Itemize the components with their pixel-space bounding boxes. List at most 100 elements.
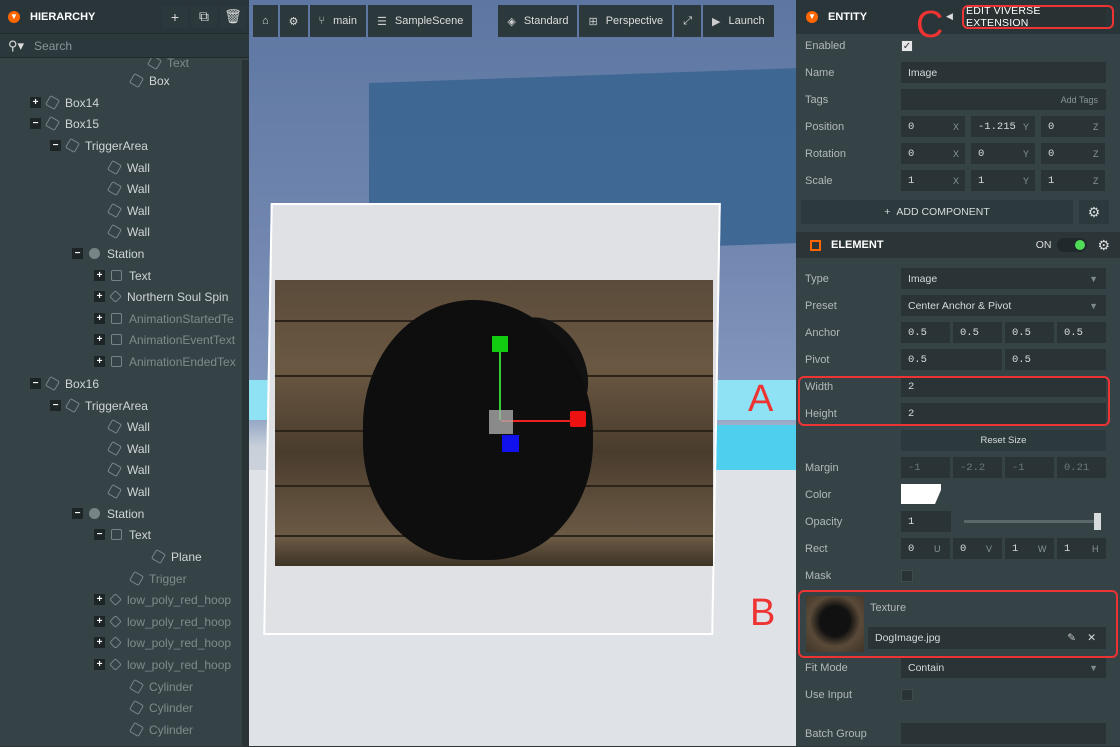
tree-item[interactable]: + Northern Soul Spin: [94, 286, 228, 307]
tree-item[interactable]: + low_poly_red_hoop: [94, 654, 231, 675]
collapse-icon[interactable]: −: [72, 508, 83, 519]
name-input[interactable]: Image: [901, 62, 1106, 83]
margin-0[interactable]: -1: [901, 457, 950, 478]
tree-item[interactable]: − Text: [94, 524, 151, 545]
add-component-button[interactable]: + ADD COMPONENT: [801, 200, 1073, 224]
tree-item[interactable]: Wall: [106, 200, 150, 221]
gizmo-y-axis[interactable]: [499, 345, 501, 420]
tree-item[interactable]: + AnimationEndedTex: [94, 351, 236, 372]
rect-h[interactable]: 1: [1057, 538, 1106, 559]
delete-button[interactable]: 🗑: [220, 5, 246, 28]
tree-item[interactable]: − Box15: [30, 113, 99, 134]
scene-viewport[interactable]: ⌂ ⚙ ⑂ main ☰ SampleScene ◈ Standard ⊞ Perspe…: [249, 0, 796, 746]
tree-item[interactable]: Wall: [106, 178, 150, 199]
anchor-0[interactable]: 0.5: [901, 322, 950, 343]
tags-input[interactable]: Add Tags: [901, 89, 1106, 110]
expand-icon[interactable]: +: [94, 334, 105, 345]
gizmo-y-handle[interactable]: [492, 336, 508, 352]
branch-button[interactable]: ⑂ main: [309, 5, 366, 37]
tree-item[interactable]: − Station: [72, 503, 144, 524]
search-bar[interactable]: ⚲▾ Search: [0, 34, 249, 58]
anchor-3[interactable]: 0.5: [1057, 322, 1106, 343]
tree-item[interactable]: − TriggerArea: [50, 395, 148, 416]
tree-item[interactable]: Box: [128, 70, 170, 91]
camera-button[interactable]: ⊞ Perspective: [579, 5, 673, 37]
tree-item[interactable]: − TriggerArea: [50, 135, 148, 156]
type-select[interactable]: Image ▼: [901, 268, 1106, 289]
opacity-input[interactable]: 1: [901, 511, 951, 532]
expand-icon[interactable]: +: [94, 616, 105, 627]
tree-item[interactable]: + low_poly_red_hoop: [94, 611, 231, 632]
tree-item[interactable]: + low_poly_red_hoop: [94, 589, 231, 610]
collapse-icon[interactable]: ▼: [806, 11, 818, 23]
scrollbar[interactable]: [242, 60, 249, 746]
tree-item[interactable]: − Station: [72, 243, 144, 264]
tree-item[interactable]: Wall: [106, 157, 150, 178]
tree-item[interactable]: + low_poly_red_hoop: [94, 632, 231, 653]
tree-item[interactable]: Wall: [106, 438, 150, 459]
launch-button[interactable]: ▶ Launch: [703, 5, 774, 37]
collapse-icon[interactable]: −: [30, 378, 41, 389]
opacity-slider-handle[interactable]: [1094, 513, 1101, 530]
expand-icon[interactable]: +: [30, 97, 41, 108]
element-toggle[interactable]: [1057, 238, 1088, 252]
anchor-1[interactable]: 0.5: [953, 322, 1002, 343]
batch-group-select[interactable]: [901, 723, 1106, 744]
add-entity-button[interactable]: +: [162, 5, 188, 28]
tree-item[interactable]: + Box14: [30, 92, 99, 113]
reset-size-button[interactable]: Reset Size: [901, 430, 1106, 451]
component-settings-button[interactable]: ⚙: [1079, 200, 1109, 224]
expand-icon[interactable]: +: [94, 356, 105, 367]
collapse-icon[interactable]: ▼: [8, 10, 20, 23]
expand-icon[interactable]: +: [94, 291, 105, 302]
anchor-2[interactable]: 0.5: [1005, 322, 1054, 343]
collapse-icon[interactable]: −: [50, 400, 61, 411]
margin-2[interactable]: -1: [1005, 457, 1054, 478]
expand-icon[interactable]: +: [94, 270, 105, 281]
tree-item[interactable]: Wall: [106, 221, 150, 242]
settings-button[interactable]: ⚙: [279, 5, 308, 37]
enabled-checkbox[interactable]: ✓: [901, 39, 913, 52]
tree-item[interactable]: + AnimationEventText: [94, 329, 235, 350]
tree-item[interactable]: Plane: [150, 546, 202, 567]
search-input[interactable]: Search: [34, 39, 72, 53]
mask-checkbox[interactable]: [901, 569, 913, 582]
tree-item[interactable]: + AnimationStartedTe: [94, 308, 234, 329]
tree-item[interactable]: + Text: [94, 265, 151, 286]
fullscreen-button[interactable]: ⤢: [674, 5, 701, 37]
tree-item[interactable]: Trigger: [128, 568, 187, 589]
gizmo-x-handle[interactable]: [570, 411, 586, 427]
tree-item[interactable]: Cylinder: [128, 719, 193, 740]
fit-mode-select[interactable]: Contain ▼: [901, 657, 1106, 678]
gizmo-z-handle[interactable]: [502, 435, 519, 452]
expand-icon[interactable]: +: [94, 594, 105, 605]
shading-button[interactable]: ◈ Standard: [498, 5, 578, 37]
collapse-icon[interactable]: −: [30, 118, 41, 129]
gizmo-center[interactable]: [489, 410, 513, 434]
preset-select[interactable]: Center Anchor & Pivot ▼: [901, 295, 1106, 316]
opacity-slider[interactable]: [964, 520, 1098, 523]
tree-item[interactable]: − Box16: [30, 373, 99, 394]
color-swatch[interactable]: [901, 484, 941, 504]
tree-item[interactable]: Cylinder: [128, 697, 193, 718]
collapse-icon[interactable]: −: [50, 140, 61, 151]
pivot-x[interactable]: 0.5: [901, 349, 1002, 370]
gear-icon[interactable]: ⚙: [1097, 237, 1110, 254]
duplicate-button[interactable]: ⧉: [191, 5, 217, 28]
use-input-checkbox[interactable]: [901, 688, 913, 701]
tree-item[interactable]: Wall: [106, 459, 150, 480]
search-icon[interactable]: ⚲▾: [8, 38, 24, 54]
expand-icon[interactable]: +: [94, 637, 105, 648]
rect-u[interactable]: 0: [901, 538, 950, 559]
rect-v[interactable]: 0: [953, 538, 1002, 559]
tree-item[interactable]: Wall: [106, 481, 150, 502]
pivot-y[interactable]: 0.5: [1005, 349, 1106, 370]
tree-item[interactable]: Cylinder: [128, 676, 193, 697]
collapse-icon[interactable]: −: [94, 529, 105, 540]
tree-item[interactable]: Wall: [106, 416, 150, 437]
scene-button[interactable]: ☰ SampleScene: [367, 5, 473, 37]
margin-1[interactable]: -2.2: [953, 457, 1002, 478]
expand-icon[interactable]: +: [94, 659, 105, 670]
expand-icon[interactable]: +: [94, 313, 105, 324]
margin-3[interactable]: 0.21: [1057, 457, 1106, 478]
